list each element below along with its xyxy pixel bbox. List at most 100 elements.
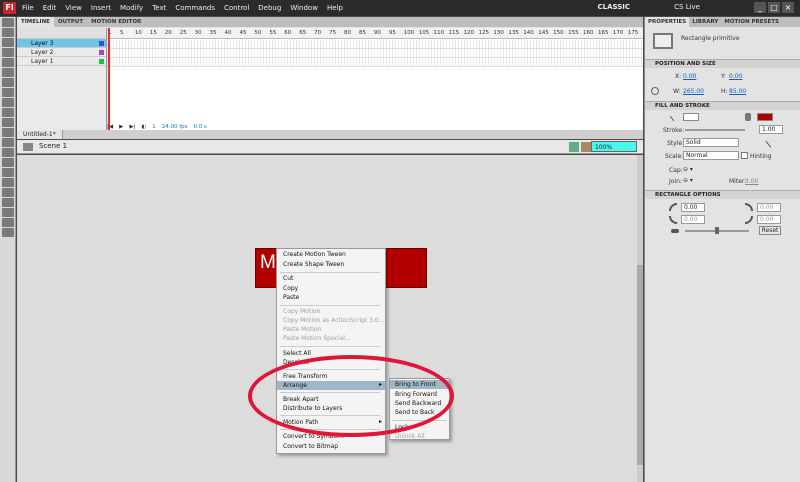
pen-tool-icon[interactable]	[2, 68, 14, 77]
text-tool-icon[interactable]	[2, 78, 14, 87]
free-transform-tool-icon[interactable]	[2, 38, 14, 47]
swap-colors-icon[interactable]	[2, 218, 14, 227]
menu-modify[interactable]: Modify	[120, 4, 143, 12]
edit-stroke-style-icon[interactable]	[765, 136, 777, 148]
fill-stroke-header[interactable]: FILL AND STROKE	[645, 101, 800, 110]
frame-row[interactable]	[108, 40, 643, 49]
hinting-checkbox[interactable]	[741, 152, 748, 159]
stroke-color-swatch[interactable]	[683, 113, 699, 121]
frame-row[interactable]	[108, 49, 643, 58]
document-tab[interactable]: Untitled-1*	[17, 130, 63, 139]
play-icon[interactable]: ▶	[119, 124, 123, 130]
menu-cut[interactable]: Cut	[283, 275, 293, 282]
first-frame-icon[interactable]: |◀	[107, 124, 113, 130]
radius-top-right-input[interactable]: 0.00	[757, 203, 781, 212]
minimize-button[interactable]: _	[754, 2, 766, 13]
hand-tool-icon[interactable]	[2, 178, 14, 187]
rectangle-tool-icon[interactable]	[2, 98, 14, 107]
3d-rotation-tool-icon[interactable]	[2, 48, 14, 57]
frames-area[interactable]: 1510152025303540455055606570758085909510…	[108, 28, 643, 134]
zoom-select[interactable]: 100%	[591, 141, 637, 152]
eyedropper-tool-icon[interactable]	[2, 158, 14, 167]
stroke-color-icon[interactable]	[2, 198, 14, 207]
position-size-header[interactable]: POSITION AND SIZE	[645, 59, 800, 68]
snap-icon[interactable]	[2, 228, 14, 237]
menu-window[interactable]: Window	[290, 4, 318, 12]
menu-select-all[interactable]: Select All	[283, 350, 311, 357]
bone-tool-icon[interactable]	[2, 138, 14, 147]
menu-create-motion-tween[interactable]: Create Motion Tween	[283, 251, 346, 258]
scale-select[interactable]: Normal	[683, 151, 739, 160]
deco-tool-icon[interactable]	[2, 128, 14, 137]
menu-commands[interactable]: Commands	[175, 4, 215, 12]
layer-color-icon[interactable]	[99, 59, 104, 64]
miter-value[interactable]: 3.00	[745, 178, 758, 185]
tab-timeline[interactable]: TIMELINE	[17, 17, 54, 27]
layer-row[interactable]: Layer 1	[17, 57, 106, 66]
cap-select-icon[interactable]: ⊖ ▾	[683, 166, 693, 173]
reset-button[interactable]: Reset	[759, 226, 781, 235]
subselection-tool-icon[interactable]	[2, 28, 14, 37]
close-button[interactable]: ×	[782, 2, 794, 13]
stroke-slider[interactable]	[685, 129, 745, 131]
brush-tool-icon[interactable]	[2, 118, 14, 127]
layer-row[interactable]: Layer 2	[17, 48, 106, 57]
radius-slider-thumb[interactable]	[715, 227, 719, 234]
onion-skin-icon[interactable]: ◐	[141, 124, 146, 130]
tab-motion-editor[interactable]: MOTION EDITOR	[87, 17, 145, 27]
style-select[interactable]: Solid	[683, 138, 739, 147]
workspace-switcher[interactable]: CLASSIC	[597, 3, 630, 11]
tab-library[interactable]: LIBRARY	[689, 17, 721, 27]
cs-live-button[interactable]: CS Live	[674, 3, 700, 11]
tab-motion-presets[interactable]: MOTION PRESETS	[721, 17, 782, 27]
join-select-icon[interactable]: ⊖ ▾	[683, 177, 693, 184]
menu-insert[interactable]: Insert	[91, 4, 111, 12]
radius-top-left-input[interactable]: 0.00	[681, 203, 705, 212]
x-value[interactable]: 0.00	[683, 73, 696, 80]
selection-tool-icon[interactable]	[2, 18, 14, 27]
frame-row[interactable]	[108, 58, 643, 67]
maximize-button[interactable]: □	[768, 2, 780, 13]
scrollbar-thumb[interactable]	[637, 265, 643, 465]
tab-properties[interactable]: PROPERTIES	[645, 17, 690, 27]
rectangle-options-header[interactable]: RECTANGLE OPTIONS	[645, 190, 800, 199]
fill-color-icon[interactable]	[2, 208, 14, 217]
w-value[interactable]: 265.00	[683, 88, 704, 95]
lock-corners-icon[interactable]	[671, 229, 679, 233]
tab-output[interactable]: OUTPUT	[54, 17, 87, 27]
menu-view[interactable]: View	[65, 4, 82, 12]
edit-symbol-icon[interactable]	[581, 142, 591, 152]
last-frame-icon[interactable]: ▶|	[129, 124, 135, 130]
lasso-tool-icon[interactable]	[2, 58, 14, 67]
stroke-input[interactable]: 1.00	[759, 125, 783, 134]
zoom-tool-icon[interactable]	[2, 188, 14, 197]
playhead[interactable]	[108, 28, 110, 134]
edit-scene-icon[interactable]	[569, 142, 579, 152]
layer-color-icon[interactable]	[99, 41, 104, 46]
link-size-icon[interactable]	[651, 87, 659, 95]
menu-file[interactable]: File	[22, 4, 34, 12]
paint-bucket-tool-icon[interactable]	[2, 148, 14, 157]
menu-control[interactable]: Control	[224, 4, 249, 12]
menu-help[interactable]: Help	[327, 4, 343, 12]
layer-row[interactable]: Layer 3	[17, 39, 106, 48]
y-value[interactable]: 0.00	[729, 73, 742, 80]
eraser-tool-icon[interactable]	[2, 168, 14, 177]
menu-text[interactable]: Text	[152, 4, 166, 12]
fill-color-swatch[interactable]	[757, 113, 773, 121]
radius-bottom-left-input[interactable]: 0.00	[681, 215, 705, 224]
frame-rate[interactable]: 24.00 fps	[162, 124, 188, 130]
menu-debug[interactable]: Debug	[258, 4, 281, 12]
menu-copy[interactable]: Copy	[283, 285, 298, 292]
h-value[interactable]: 85.00	[729, 88, 746, 95]
menu-create-shape-tween[interactable]: Create Shape Tween	[283, 261, 344, 268]
back-arrow-icon[interactable]	[23, 143, 33, 151]
pencil-tool-icon[interactable]	[2, 108, 14, 117]
stage-scrollbar[interactable]	[637, 155, 643, 482]
layer-color-icon[interactable]	[99, 50, 104, 55]
menu-paste[interactable]: Paste	[283, 294, 299, 301]
radius-bottom-right-input[interactable]: 0.00	[757, 215, 781, 224]
menu-convert-to-bitmap[interactable]: Convert to Bitmap	[283, 443, 338, 450]
menu-edit[interactable]: Edit	[43, 4, 57, 12]
line-tool-icon[interactable]	[2, 88, 14, 97]
